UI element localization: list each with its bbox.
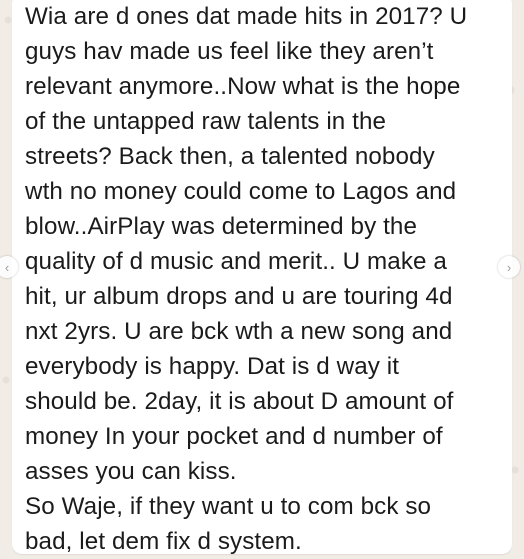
message-line: should be. 2day, it is about D amount of — [25, 388, 454, 415]
message-line: blow..AirPlay was determined by the — [25, 213, 418, 240]
chevron-right-icon: › — [506, 259, 512, 275]
message-line: So Waje, if they want u to com bck so — [25, 493, 432, 520]
message-line: guys hav made us feel like they aren’t — [25, 38, 434, 65]
next-image-button[interactable]: › — [498, 256, 520, 278]
message-line: nxt 2yrs. U are bck wth a new song and — [25, 318, 453, 345]
message-line: hit, ur album drops and u are touring 4d — [25, 283, 453, 310]
message-line: Wia are d ones dat made hits in 2017? U — [25, 3, 468, 30]
message-line: everybody is happy. Dat is d way it — [25, 353, 400, 380]
message-line: relevant anymore..Now what is the hope — [25, 73, 461, 100]
message-line: bad, let dem fix d system. — [25, 528, 302, 555]
message-line: wth no money could come to Lagos and — [25, 178, 457, 205]
chevron-left-icon: ‹ — [4, 259, 10, 275]
message-line: asses you can kiss. — [25, 458, 237, 485]
message-line: quality of d music and merit.. U make a — [25, 248, 447, 275]
message-line: money In your pocket and d number of — [25, 423, 443, 450]
message-line: of the untapped raw talents in the — [25, 108, 387, 135]
message-line: streets? Back then, a talented nobody — [25, 143, 435, 170]
message-text: Wia are d ones dat made hits in 2017? U … — [25, 0, 505, 559]
